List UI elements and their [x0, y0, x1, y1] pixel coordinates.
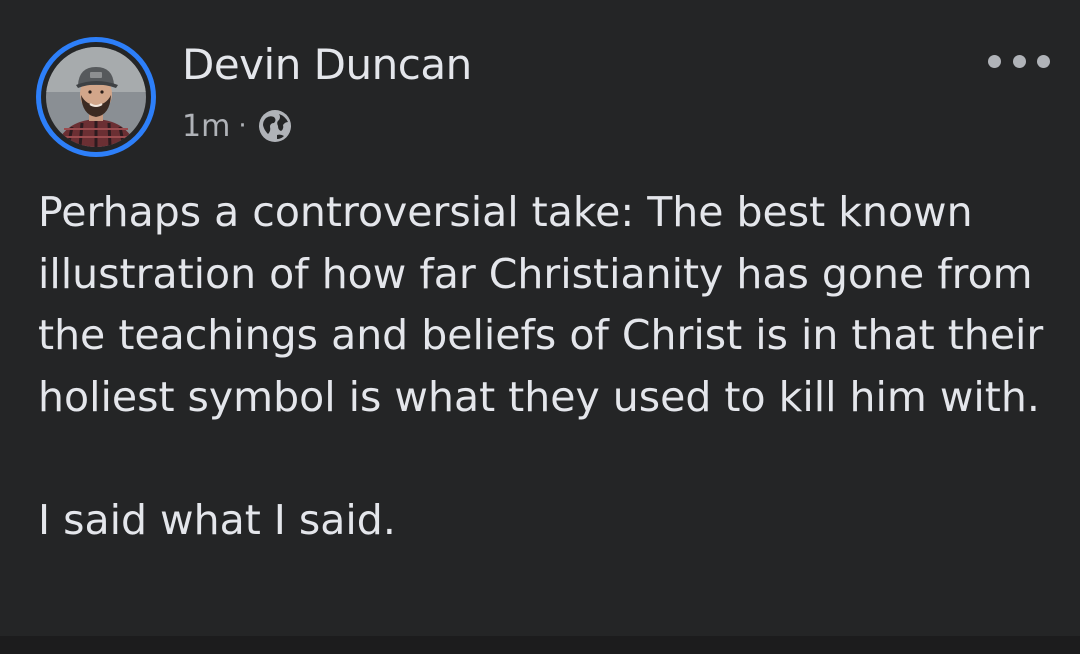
- meta-separator: ·: [238, 111, 247, 141]
- avatar-story-ring[interactable]: [36, 37, 156, 157]
- post-card: Devin Duncan 1m · Perhaps a controversia…: [0, 0, 1080, 636]
- more-options-button[interactable]: [988, 44, 1050, 78]
- post-timestamp[interactable]: 1m: [182, 109, 230, 144]
- post-paragraph: I said what I said.: [38, 495, 396, 544]
- more-horizontal-icon-dot: [1012, 54, 1026, 68]
- avatar[interactable]: [46, 47, 146, 147]
- post-body: Perhaps a controversial take: The best k…: [38, 182, 1048, 551]
- more-horizontal-icon-dot: [988, 54, 1001, 68]
- post-meta: 1m ·: [182, 106, 293, 146]
- post-divider: [0, 636, 1080, 654]
- more-horizontal-icon-dot: [1037, 54, 1050, 68]
- author-name[interactable]: Devin Duncan: [182, 40, 472, 89]
- avatar-gap: [41, 42, 151, 152]
- post-paragraph: Perhaps a controversial take: The best k…: [38, 188, 1044, 421]
- globe-icon[interactable]: [257, 108, 293, 144]
